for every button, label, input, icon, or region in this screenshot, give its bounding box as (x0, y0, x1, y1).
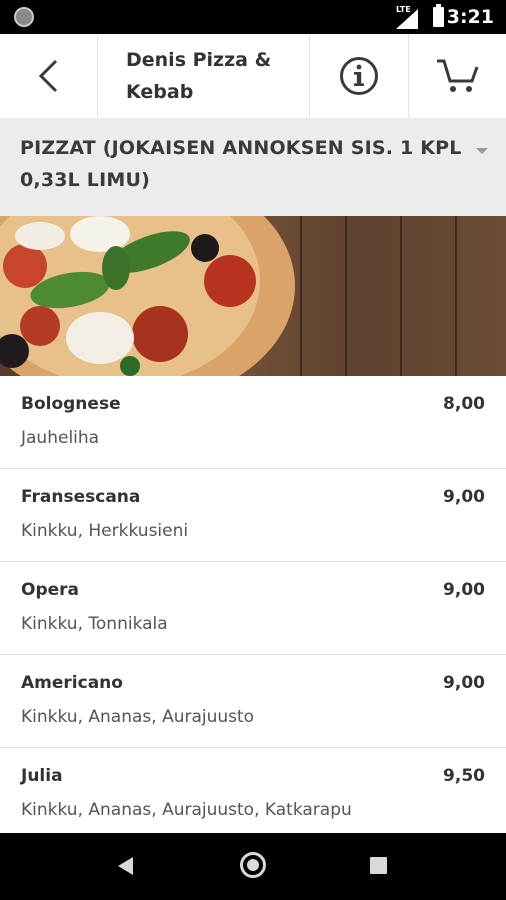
item-description: Kinkku, Herkkusieni (21, 521, 189, 541)
item-price: 9,00 (443, 673, 485, 693)
battery-icon (433, 4, 444, 27)
item-name: Americano (21, 673, 123, 693)
cart-icon (437, 59, 479, 92)
status-bar: LTE 3:21 (0, 0, 506, 34)
system-nav-bar (0, 833, 506, 900)
item-description: Kinkku, Ananas, Aurajuusto, Katkarapu (21, 800, 352, 820)
menu-item[interactable]: Bolognese Jauheliha 8,00 (0, 376, 506, 469)
item-description: Jauheliha (21, 428, 100, 448)
menu-item[interactable]: Julia Kinkku, Ananas, Aurajuusto, Katkar… (0, 748, 506, 841)
item-name: Bolognese (21, 394, 121, 414)
nav-home-icon[interactable] (240, 852, 266, 878)
menu-item[interactable]: Opera Kinkku, Tonnikala 9,00 (0, 562, 506, 655)
category-dropdown[interactable]: PIZZAT (JOKAISEN ANNOKSEN SIS. 1 KPL 0,3… (0, 118, 506, 216)
menu-item[interactable]: Americano Kinkku, Ananas, Aurajuusto 9,0… (0, 655, 506, 748)
category-label: PIZZAT (JOKAISEN ANNOKSEN SIS. 1 KPL 0,3… (20, 137, 462, 191)
app-header: Denis Pizza & Kebab (0, 34, 506, 119)
info-circle-icon (340, 57, 378, 95)
item-price: 8,00 (443, 394, 485, 414)
notification-icon (14, 7, 34, 27)
network-type: LTE (396, 5, 411, 14)
item-description: Kinkku, Tonnikala (21, 614, 168, 634)
item-price: 9,00 (443, 580, 485, 600)
item-description: Kinkku, Ananas, Aurajuusto (21, 707, 255, 727)
item-price: 9,00 (443, 487, 485, 507)
cart-button[interactable] (409, 34, 506, 118)
category-banner-image (0, 216, 506, 376)
item-name: Opera (21, 580, 80, 600)
nav-back-icon[interactable] (118, 857, 133, 875)
item-name: Fransescana (21, 487, 141, 507)
chevron-down-icon (476, 148, 488, 154)
nav-recents-icon[interactable] (370, 857, 387, 874)
info-button[interactable] (310, 34, 409, 118)
menu-item[interactable]: Fransescana Kinkku, Herkkusieni 9,00 (0, 469, 506, 562)
status-time: 3:21 (446, 6, 494, 28)
menu-list: Bolognese Jauheliha 8,00 Fransescana Kin… (0, 376, 506, 841)
item-name: Julia (21, 766, 63, 786)
back-button[interactable] (0, 34, 98, 118)
chevron-left-icon (38, 59, 58, 93)
item-price: 9,50 (443, 766, 485, 786)
restaurant-title: Denis Pizza & Kebab (98, 34, 310, 118)
pizza-image (0, 216, 295, 376)
